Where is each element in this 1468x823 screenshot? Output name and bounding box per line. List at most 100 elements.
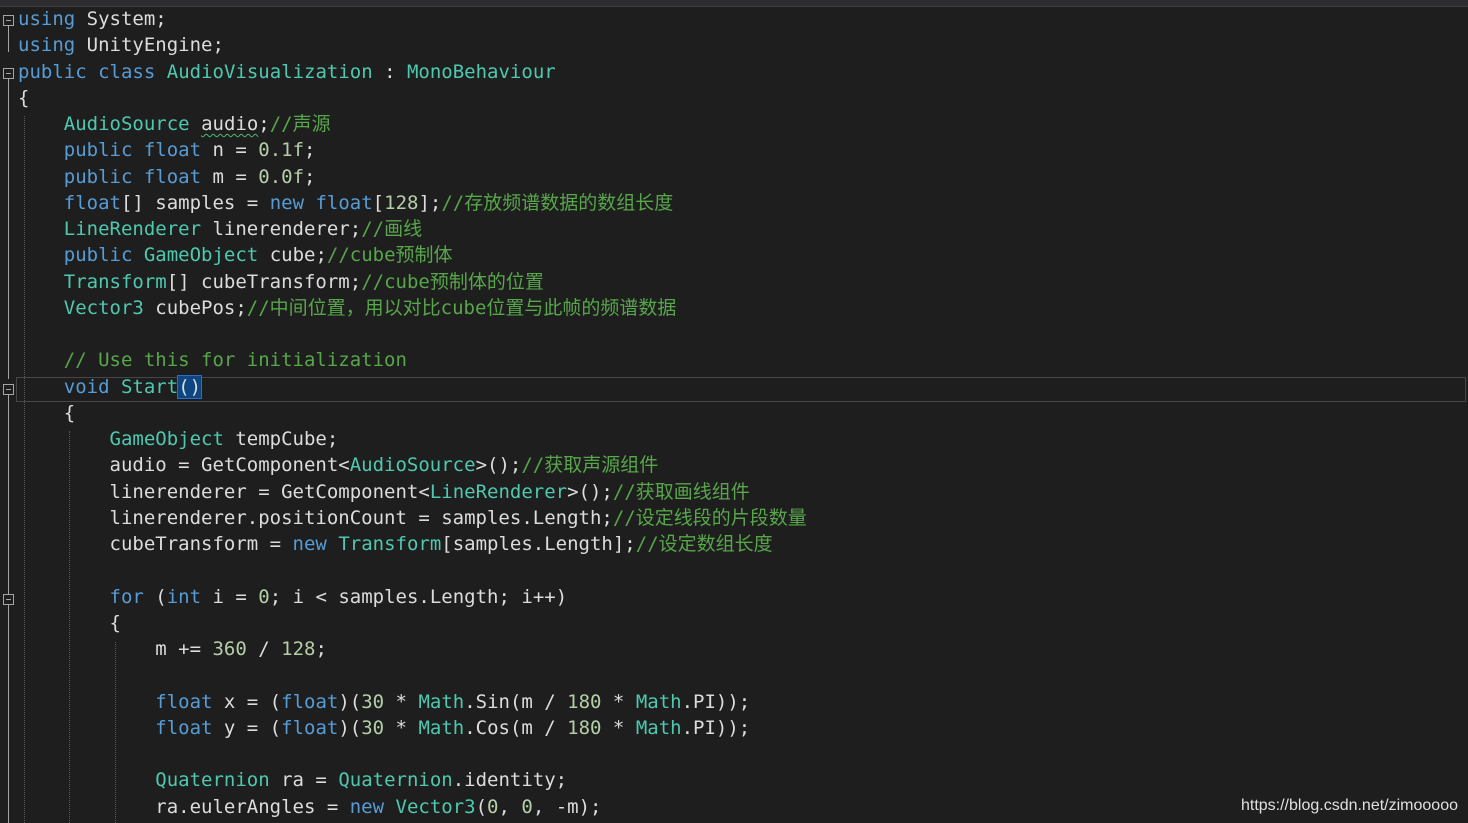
code-line[interactable]: Vector3 cubePos;//中间位置，用以对比cube位置与此帧的频谱数…: [18, 295, 677, 321]
code-line[interactable]: cubeTransform = new Transform[samples.Le…: [18, 531, 773, 557]
code-token: float: [143, 139, 202, 162]
code-token: *: [384, 716, 419, 739]
code-token: ;: [304, 165, 316, 188]
collapse-icon[interactable]: [3, 384, 14, 395]
code-token: new: [292, 533, 327, 555]
code-line[interactable]: linerenderer = GetComponent<LineRenderer…: [18, 479, 750, 505]
code-line[interactable]: using UnityEngine;: [18, 32, 224, 58]
code-line[interactable]: float[] samples = new float[128];//存放频谱数…: [18, 190, 673, 216]
code-token: [] cubeTransform;: [166, 270, 362, 293]
code-editor[interactable]: using System; using UnityEngine; public cl…: [0, 6, 1468, 823]
code-line[interactable]: {: [18, 85, 29, 111]
code-line[interactable]: GameObject tempCube;: [18, 426, 339, 452]
code-line[interactable]: LineRenderer linerenderer;//画线: [18, 216, 422, 242]
code-token: 128: [281, 638, 316, 660]
collapse-icon[interactable]: [3, 68, 14, 79]
code-token: new: [349, 795, 385, 818]
code-token: AudioSource: [63, 113, 190, 135]
code-token: float: [315, 191, 373, 214]
code-token: {: [18, 86, 30, 109]
code-token: cube;: [258, 244, 327, 267]
code-line[interactable]: void Start(): [18, 374, 203, 400]
code-line[interactable]: Transform[] cubeTransform;//cube预制体的位置: [18, 269, 544, 295]
code-token: using: [18, 8, 76, 30]
watermark-text: https://blog.csdn.net/zimooooo: [1240, 797, 1458, 814]
code-line[interactable]: public float m = 0.0f;: [18, 164, 316, 190]
code-token: ;: [315, 638, 327, 660]
code-token: ; i < samples.Length; i++): [269, 585, 568, 608]
code-line[interactable]: Quaternion ra = Quaternion.identity;: [18, 767, 567, 793]
fold-guide-line: [8, 26, 9, 52]
code-token: AudioVisualization: [166, 60, 373, 83]
code-token: (: [475, 795, 488, 818]
code-token: //设定数组长度: [635, 533, 773, 555]
code-token: float: [155, 690, 213, 713]
code-line[interactable]: float y = (float)(30 * Math.Cos(m / 180 …: [18, 715, 750, 741]
code-token: y = (: [212, 716, 282, 739]
code-line[interactable]: // Use this for initialization: [18, 347, 407, 373]
code-token: (): [177, 374, 203, 399]
code-token: 0: [521, 795, 533, 818]
code-line[interactable]: linerenderer.positionCount = samples.Len…: [18, 505, 807, 531]
code-token: 0.0f: [258, 165, 305, 188]
code-token: 180: [567, 716, 602, 739]
code-token: .PI));: [681, 716, 751, 739]
code-token: [: [372, 191, 385, 214]
code-token: ,: [498, 795, 522, 818]
code-token: audio = GetComponent<: [18, 454, 350, 477]
code-token: System;: [75, 8, 167, 30]
code-line[interactable]: for (int i = 0; i < samples.Length; i++): [18, 584, 568, 610]
code-token: m +=: [18, 638, 213, 660]
code-token: .Sin(m /: [464, 690, 568, 713]
code-token: ;: [258, 113, 270, 135]
code-line[interactable]: using System;: [18, 6, 167, 32]
code-line[interactable]: m += 360 / 128;: [18, 636, 327, 662]
code-token: >();: [567, 480, 613, 503]
code-token: audio: [201, 113, 259, 135]
code-line[interactable]: public GameObject cube;//cube预制体: [18, 242, 453, 268]
code-token: :: [372, 60, 407, 83]
code-token: linerenderer = GetComponent<: [18, 480, 430, 503]
code-token: .identity;: [452, 769, 568, 792]
code-token: ;: [304, 139, 316, 162]
code-token: )(: [338, 716, 362, 739]
code-line[interactable]: ra.eulerAngles = new Vector3(0, 0, -m);: [18, 794, 601, 820]
code-token: UnityEngine;: [75, 34, 224, 57]
code-token: float: [281, 690, 339, 713]
collapse-icon[interactable]: [3, 15, 14, 26]
fold-guide-line: [8, 395, 9, 595]
code-token: linerenderer.positionCount = samples.Len…: [18, 506, 613, 529]
code-token: //cube预制体的位置: [361, 270, 544, 293]
code-line[interactable]: float x = (float)(30 * Math.Sin(m / 180 …: [18, 689, 750, 715]
code-token: 0: [487, 795, 499, 818]
code-token: *: [601, 716, 636, 739]
collapse-icon[interactable]: [3, 594, 14, 605]
code-line[interactable]: audio = GetComponent<AudioSource>();//获取…: [18, 452, 659, 478]
code-line[interactable]: {: [18, 400, 75, 426]
code-token: m =: [201, 165, 259, 188]
current-line-highlight: [16, 377, 1466, 402]
code-token: Start: [120, 375, 179, 398]
code-token: for: [109, 585, 144, 608]
code-line[interactable]: {: [18, 610, 121, 636]
code-token: i =: [201, 585, 259, 608]
fold-guide-line: [8, 605, 9, 823]
code-token: (: [143, 585, 167, 608]
code-line[interactable]: public float n = 0.1f;: [18, 137, 316, 163]
code-line[interactable]: public class AudioVisualization : MonoBe…: [18, 59, 556, 85]
code-line[interactable]: AudioSource audio;//声源: [18, 111, 331, 137]
code-token: public: [63, 165, 133, 188]
